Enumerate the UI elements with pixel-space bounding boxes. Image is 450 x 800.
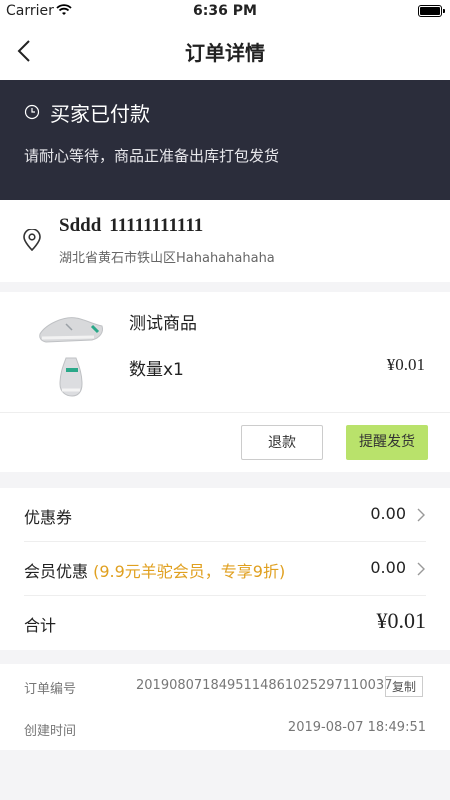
recipient-name: Sddd — [59, 215, 102, 236]
member-discount-label: 会员优惠 — [24, 562, 89, 581]
page-title: 订单详情 — [185, 41, 265, 65]
order-info: 订单编号 2019080718495114861025297110037 复制 … — [0, 664, 450, 750]
chevron-right-icon — [417, 562, 425, 576]
product-quantity: 数量x1 — [129, 360, 184, 380]
product-name: 测试商品 — [129, 314, 197, 334]
coupon-row[interactable]: 优惠券 0.00 — [24, 488, 426, 542]
address-card[interactable]: Sddd 11111111111 湖北省黄石市铁山区Hahahahahaha — [0, 200, 450, 282]
product-price: ¥0.01 — [386, 355, 425, 374]
chevron-right-icon — [417, 508, 425, 522]
member-discount-row[interactable]: 会员优惠 (9.9元羊驼会员，专享9折) 0.00 — [24, 542, 426, 596]
product-item[interactable]: 测试商品 数量x1 ¥0.01 — [0, 292, 450, 412]
order-status-banner: 买家已付款 请耐心等待，商品正准备出库打包发货 — [0, 80, 450, 200]
copy-button[interactable]: 复制 — [385, 676, 424, 697]
product-image — [39, 317, 103, 397]
order-status-title: 买家已付款 — [50, 102, 150, 126]
total-value: ¥0.01 — [376, 608, 427, 633]
created-time-label: 创建时间 — [24, 724, 77, 739]
refund-button[interactable]: 退款 — [241, 425, 323, 460]
nav-bar: 订单详情 — [0, 22, 450, 80]
remind-shipping-button[interactable]: 提醒发货 — [346, 425, 428, 460]
created-time-value: 2019-08-07 18:49:51 — [287, 720, 426, 735]
status-bar: Carrier 6:36 PM — [0, 0, 450, 22]
clock-icon — [24, 104, 40, 120]
member-discount-label-line: 会员优惠 (9.9元羊驼会员，专享9折) — [24, 558, 285, 582]
member-discount-value: 0.00 — [370, 558, 406, 577]
member-promo-text: (9.9元羊驼会员，专享9折) — [93, 562, 286, 581]
location-pin-icon — [23, 229, 41, 251]
recipient-name-line: Sddd 11111111111 — [59, 215, 203, 237]
battery-icon — [418, 5, 445, 17]
order-number-value: 2019080718495114861025297110037 — [136, 678, 393, 693]
order-actions: 退款 提醒发货 — [0, 412, 450, 472]
recipient-phone: 11111111111 — [109, 215, 204, 236]
total-row: 合计 ¥0.01 — [24, 596, 426, 650]
coupon-label: 优惠券 — [24, 508, 73, 527]
order-status-description: 请耐心等待，商品正准备出库打包发货 — [24, 147, 280, 165]
total-label: 合计 — [24, 616, 57, 635]
status-time: 6:36 PM — [193, 3, 257, 19]
recipient-address: 湖北省黄石市铁山区Hahahahahaha — [59, 251, 275, 266]
price-summary: 优惠券 0.00 会员优惠 (9.9元羊驼会员，专享9折) 0.00 合计 ¥0… — [0, 488, 450, 650]
coupon-value: 0.00 — [370, 504, 406, 523]
order-number-label: 订单编号 — [24, 682, 77, 697]
